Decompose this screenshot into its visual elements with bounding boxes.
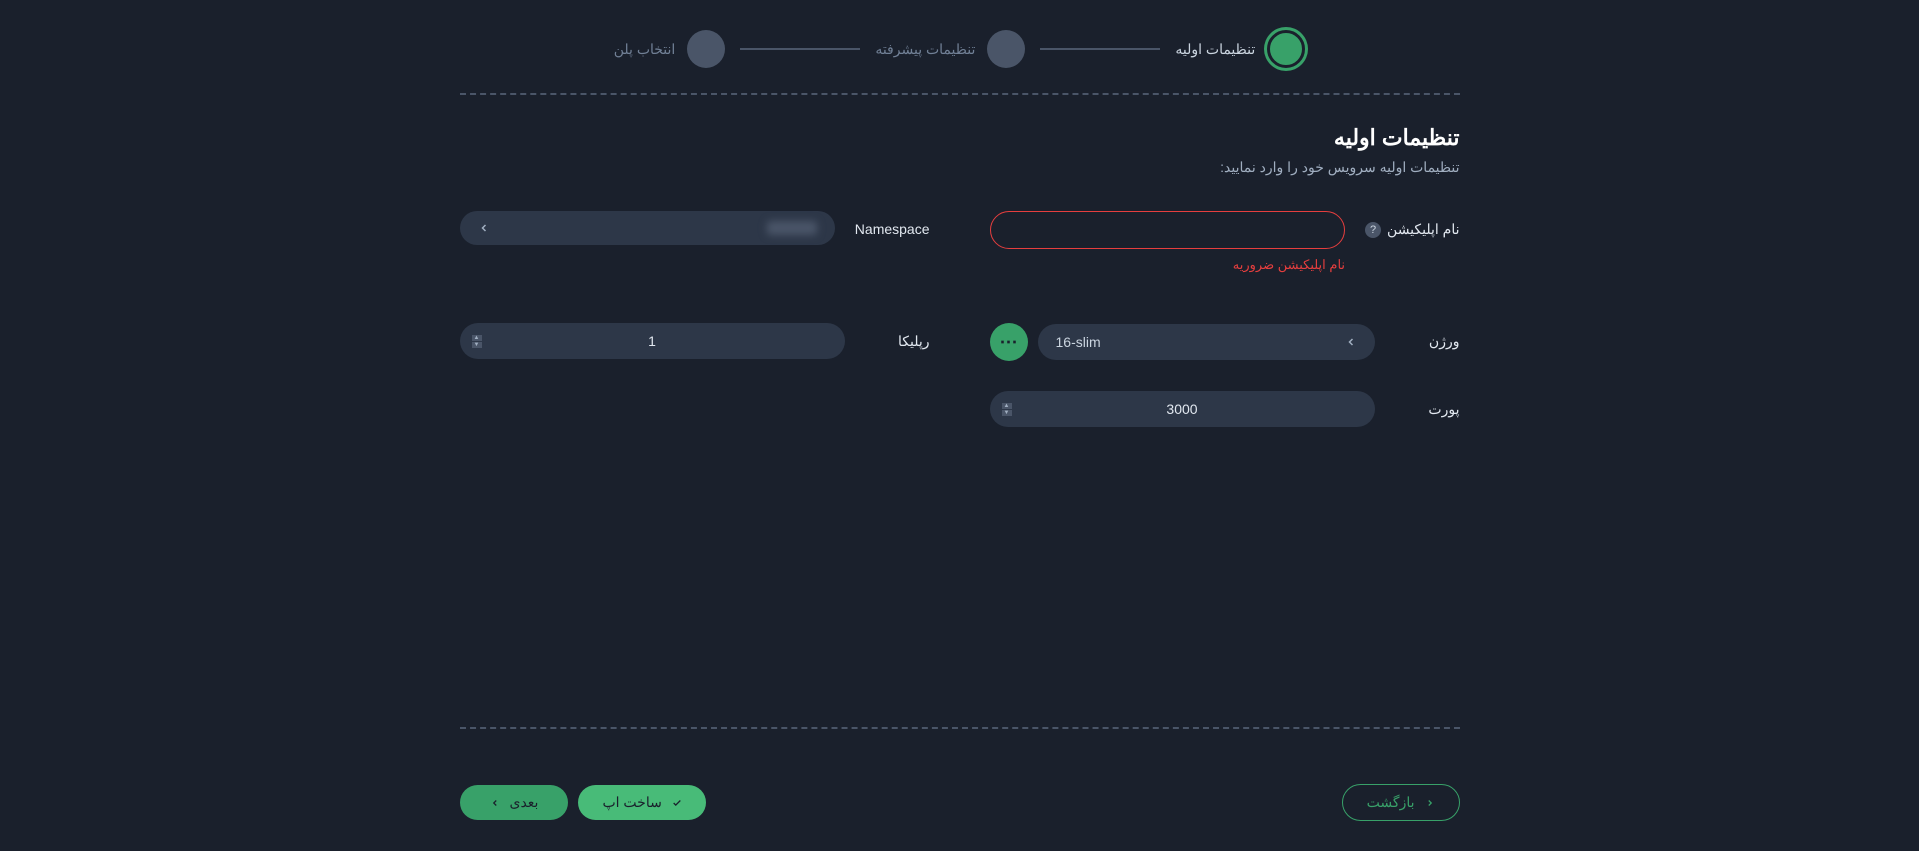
check-icon <box>672 798 682 808</box>
port-input-wrapper[interactable]: ▲ ▼ <box>990 391 1375 427</box>
footer: بازگشت ساخت اپ بعدی <box>460 727 1460 821</box>
step-label: انتخاب پلن <box>614 41 676 58</box>
spinner-up-icon[interactable]: ▲ <box>1002 403 1012 409</box>
step-circle <box>987 30 1025 68</box>
back-button[interactable]: بازگشت <box>1342 784 1460 821</box>
namespace-select[interactable] <box>460 211 835 245</box>
port-input[interactable] <box>1008 401 1357 417</box>
form-area: نام اپلیکیشن ? نام اپلیکیشن ضروریه Names… <box>460 211 1460 727</box>
step-circle <box>687 30 725 68</box>
version-label: ورژن <box>1395 323 1460 350</box>
form-group-version: ورژن ⋯ 16-slim <box>990 323 1460 361</box>
step-connector <box>1040 48 1160 50</box>
divider <box>460 727 1460 729</box>
app-name-error: نام اپلیکیشن ضروریه <box>990 257 1346 273</box>
port-label: پورت <box>1395 391 1460 418</box>
step-initial-settings[interactable]: تنظیمات اولیه <box>1175 30 1305 68</box>
version-value: 16-slim <box>1056 334 1101 350</box>
step-label: تنظیمات پیشرفته <box>875 41 975 58</box>
chevron-left-icon <box>478 222 490 234</box>
stepper: تنظیمات اولیه تنظیمات پیشرفته انتخاب پلن <box>460 30 1460 68</box>
version-select[interactable]: 16-slim <box>1038 324 1375 360</box>
step-label: تنظیمات اولیه <box>1175 41 1255 58</box>
replica-spinner: ▲ ▼ <box>472 335 482 348</box>
form-group-namespace: Namespace <box>460 211 930 273</box>
form-group-port: پورت ▲ ▼ <box>990 391 1460 427</box>
create-app-button[interactable]: ساخت اپ <box>578 785 705 820</box>
step-connector <box>740 48 860 50</box>
replica-input[interactable] <box>478 333 827 349</box>
form-group-replica: رپلیکا ▲ ▼ <box>460 323 930 361</box>
step-circle-active <box>1267 30 1305 68</box>
chevron-left-icon <box>1345 336 1357 348</box>
next-button[interactable]: بعدی <box>460 785 569 820</box>
chevron-left-icon <box>490 798 500 808</box>
help-icon[interactable]: ? <box>1365 222 1381 238</box>
namespace-label: Namespace <box>855 211 930 237</box>
replica-label: رپلیکا <box>865 323 930 350</box>
version-more-button[interactable]: ⋯ <box>990 323 1028 361</box>
spinner-down-icon[interactable]: ▼ <box>1002 410 1012 416</box>
replica-input-wrapper[interactable]: ▲ ▼ <box>460 323 845 359</box>
spinner-down-icon[interactable]: ▼ <box>472 342 482 348</box>
app-name-label: نام اپلیکیشن ? <box>1365 211 1459 238</box>
app-name-input[interactable] <box>990 211 1346 249</box>
step-advanced-settings[interactable]: تنظیمات پیشرفته <box>875 30 1025 68</box>
section-title: تنظیمات اولیه <box>460 125 1460 151</box>
section-subtitle: تنظیمات اولیه سرویس خود را وارد نمایید: <box>460 159 1460 176</box>
chevron-right-icon <box>1425 798 1435 808</box>
port-spinner: ▲ ▼ <box>1002 403 1012 416</box>
form-group-app-name: نام اپلیکیشن ? نام اپلیکیشن ضروریه <box>990 211 1460 273</box>
namespace-value-blurred <box>767 221 817 235</box>
spinner-up-icon[interactable]: ▲ <box>472 335 482 341</box>
divider <box>460 93 1460 95</box>
step-select-plan[interactable]: انتخاب پلن <box>614 30 726 68</box>
